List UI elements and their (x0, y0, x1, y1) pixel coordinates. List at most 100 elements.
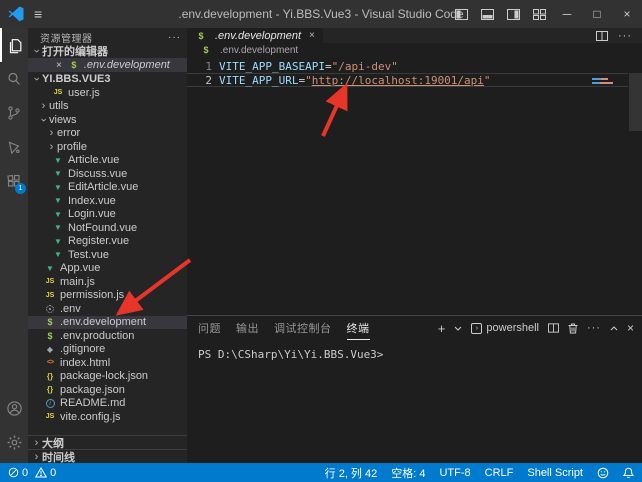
vue-file-icon: ▼ (52, 210, 64, 219)
tree-item-views[interactable]: ›views (28, 113, 187, 127)
vue-file-icon: ▼ (52, 237, 64, 246)
file-label: error (57, 127, 80, 139)
tree-item-.env.production[interactable]: $.env.production (28, 329, 187, 343)
tree-item-user.js[interactable]: JS user.js (28, 86, 187, 100)
vue-file-icon: ▼ (52, 250, 64, 259)
tree-item-profile[interactable]: ›profile (28, 140, 187, 154)
tree-item-Index.vue[interactable]: ▼Index.vue (28, 194, 187, 208)
tree-item-Register.vue[interactable]: ▼Register.vue (28, 235, 187, 249)
open-editors-header[interactable]: › 打开的编辑器 (28, 44, 187, 58)
tree-item-EditArticle.vue[interactable]: ▼EditArticle.vue (28, 181, 187, 195)
extensions-icon[interactable]: 1 (0, 164, 28, 198)
shell-selector[interactable]: › powershell (471, 322, 539, 334)
minimap-line (600, 82, 613, 84)
url-link[interactable]: http://localhost:19001/api (312, 74, 484, 87)
tree-item-error[interactable]: ›error (28, 127, 187, 141)
status-item-2[interactable]: 空格: 4 (391, 465, 425, 481)
close-panel-icon[interactable]: × (627, 321, 634, 335)
open-editors-label: 打开的编辑器 (42, 43, 108, 59)
tree-item-Article.vue[interactable]: ▼Article.vue (28, 154, 187, 168)
tree-item-main.js[interactable]: JSmain.js (28, 275, 187, 289)
run-debug-icon[interactable] (0, 130, 28, 164)
tree-item-utils[interactable]: ›utils (28, 100, 187, 114)
tab-env-development[interactable]: $ .env.development × (187, 28, 323, 43)
tree-item-README.md[interactable]: iREADME.md (28, 397, 187, 411)
open-editor-item[interactable]: × $ .env.development (28, 58, 187, 72)
tree-item-.env.development[interactable]: $.env.development (28, 316, 187, 330)
toggle-sidebar-icon[interactable] (448, 0, 474, 28)
tree-item-index.html[interactable]: <>index.html (28, 356, 187, 370)
file-tree: JS user.js›utils›views›error›profile▼Arti… (28, 86, 187, 424)
js-file-icon: JS (52, 89, 64, 96)
panel-more-actions-icon[interactable]: ··· (587, 322, 601, 334)
maximize-button[interactable]: □ (582, 0, 612, 28)
source-control-icon[interactable] (0, 96, 28, 130)
timeline-section[interactable]: › 时间线 (28, 449, 187, 463)
breadcrumb[interactable]: $ .env.development (187, 43, 642, 57)
file-label: vite.config.js (60, 411, 121, 423)
kill-terminal-trash-icon[interactable] (568, 323, 578, 334)
tree-item-package.json[interactable]: {}package.json (28, 383, 187, 397)
project-section-header[interactable]: › YI.BBS.VUE3 (28, 72, 187, 86)
env-var-value: "/api-dev" (332, 60, 398, 73)
tree-item-package-lock.json[interactable]: {}package-lock.json (28, 370, 187, 384)
account-icon[interactable] (0, 391, 28, 425)
status-item-5[interactable]: Shell Script (527, 467, 583, 479)
toggle-secondary-sidebar-icon[interactable] (500, 0, 526, 28)
maximize-panel-icon[interactable] (610, 326, 618, 331)
vue-file-icon: ▼ (52, 156, 64, 165)
minimize-button[interactable]: ─ (552, 0, 582, 28)
file-label: views (49, 114, 77, 126)
tree-item-.env[interactable]: .env (28, 302, 187, 316)
terminal-dropdown-icon[interactable] (454, 326, 462, 331)
status-item-4[interactable]: CRLF (485, 467, 514, 479)
tree-item-vite.config.js[interactable]: JSvite.config.js (28, 410, 187, 424)
vue-file-icon: ▼ (52, 196, 64, 205)
problems-status[interactable]: 0 0 (8, 467, 56, 479)
file-label: user.js (68, 87, 100, 99)
tree-item-NotFound.vue[interactable]: ▼NotFound.vue (28, 221, 187, 235)
split-editor-icon[interactable] (596, 31, 608, 41)
tree-item-Login.vue[interactable]: ▼Login.vue (28, 208, 187, 222)
settings-gear-icon[interactable] (0, 425, 28, 459)
editor-scrollbar[interactable] (629, 73, 642, 131)
search-icon[interactable] (0, 62, 28, 96)
status-item-1[interactable]: 行 2, 列 42 (325, 465, 378, 481)
terminal-content[interactable]: PS D:\CSharp\Yi\Yi.BBS.Vue3> (187, 340, 642, 361)
outline-section[interactable]: › 大纲 (28, 435, 187, 449)
dollar-file-icon: $ (44, 331, 56, 341)
close-button[interactable]: × (612, 0, 642, 28)
quote: " (484, 74, 491, 87)
file-label: EditArticle.vue (68, 181, 138, 193)
menu-hamburger-icon[interactable]: ≡ (34, 6, 42, 22)
vue-file-icon: ▼ (44, 264, 56, 273)
notifications-bell-icon[interactable] (623, 467, 634, 479)
code-area[interactable]: 1 VITE_APP_BASEAPI="/api-dev" 2 VITE_APP… (187, 57, 642, 315)
gear-file-icon (44, 305, 56, 313)
explorer-icon[interactable] (0, 28, 28, 62)
tree-item-Discuss.vue[interactable]: ▼Discuss.vue (28, 167, 187, 181)
chevron-right-icon: › (31, 437, 42, 449)
tree-item-permission.js[interactable]: JSpermission.js (28, 289, 187, 303)
dollar-file-icon: $ (44, 317, 56, 327)
panel-tab-3[interactable]: 调试控制台 (274, 316, 332, 340)
panel-tab-bar: 问题输出调试控制台终端 + › powershell (187, 316, 642, 340)
close-icon[interactable]: × (56, 60, 62, 71)
editor-more-actions-icon[interactable]: ··· (618, 30, 632, 42)
panel-tab-4[interactable]: 终端 (347, 316, 370, 340)
panel-tab-2[interactable]: 输出 (236, 316, 259, 340)
new-terminal-icon[interactable]: + (438, 321, 446, 336)
project-label: YI.BBS.VUE3 (42, 73, 110, 85)
tab-close-icon[interactable]: × (309, 30, 315, 41)
split-terminal-icon[interactable] (548, 323, 559, 333)
customize-layout-icon[interactable] (526, 0, 552, 28)
tree-item-Test.vue[interactable]: ▼Test.vue (28, 248, 187, 262)
panel-tab-1[interactable]: 问题 (198, 316, 221, 340)
more-actions-icon[interactable]: ··· (168, 32, 181, 43)
toggle-panel-icon[interactable] (474, 0, 500, 28)
status-item-3[interactable]: UTF-8 (439, 467, 470, 479)
vue-file-icon: ▼ (52, 169, 64, 178)
tree-item-App.vue[interactable]: ▼App.vue (28, 262, 187, 276)
feedback-smiley-icon[interactable] (597, 467, 609, 479)
tree-item-.gitignore[interactable]: ◆.gitignore (28, 343, 187, 357)
